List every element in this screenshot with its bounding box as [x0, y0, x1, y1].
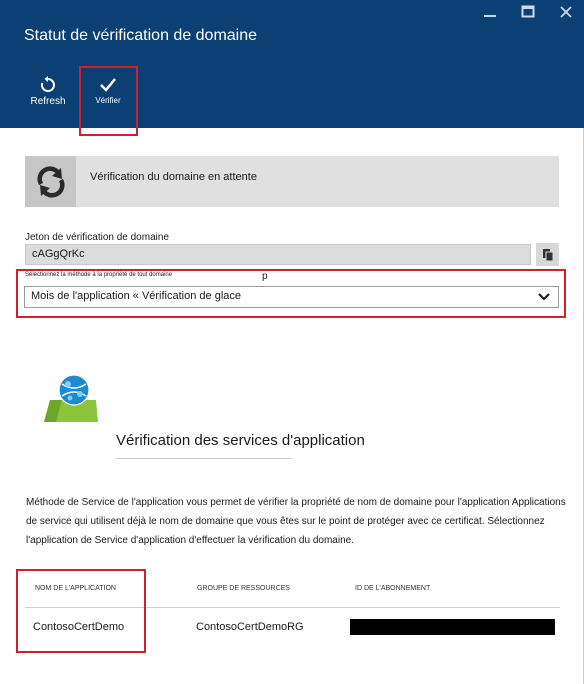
token-label: Jeton de vérification de domaine: [25, 232, 169, 243]
maximize-icon[interactable]: [518, 2, 538, 22]
method-highlight-box: [16, 269, 566, 318]
copy-button[interactable]: [536, 243, 559, 266]
blade-title: Statut de vérification de domaine: [24, 27, 258, 44]
verify-highlight-box: [79, 66, 138, 136]
column-header-resource-group[interactable]: GROUPE DE RESSOURCES: [197, 585, 290, 592]
minimize-icon[interactable]: [480, 2, 500, 22]
service-title-underline: [116, 458, 291, 459]
table-cell-resource-group: ContosoCertDemoRG: [196, 621, 304, 633]
app-highlight-box: [16, 569, 146, 653]
copy-icon: [542, 248, 553, 261]
window-controls: [480, 2, 576, 22]
service-title: Vérification des services d'application: [116, 432, 365, 449]
app-service-icon: [40, 372, 102, 426]
redacted-subscription-id: [350, 619, 555, 635]
refresh-icon: [20, 74, 76, 96]
refresh-label: Refresh: [30, 96, 66, 107]
token-field[interactable]: cAGgQrKc: [25, 244, 531, 265]
column-header-subscription-id[interactable]: ID DE L'ABONNEMENT: [355, 585, 430, 592]
status-text: Vérification du domaine en attente: [90, 171, 257, 183]
verification-status-banner: Vérification du domaine en attente: [25, 156, 559, 207]
sync-icon: [25, 156, 76, 207]
close-icon[interactable]: [556, 2, 576, 22]
refresh-button[interactable]: Refresh: [20, 74, 76, 122]
service-description: Méthode de Service de l'application vous…: [26, 497, 566, 546]
